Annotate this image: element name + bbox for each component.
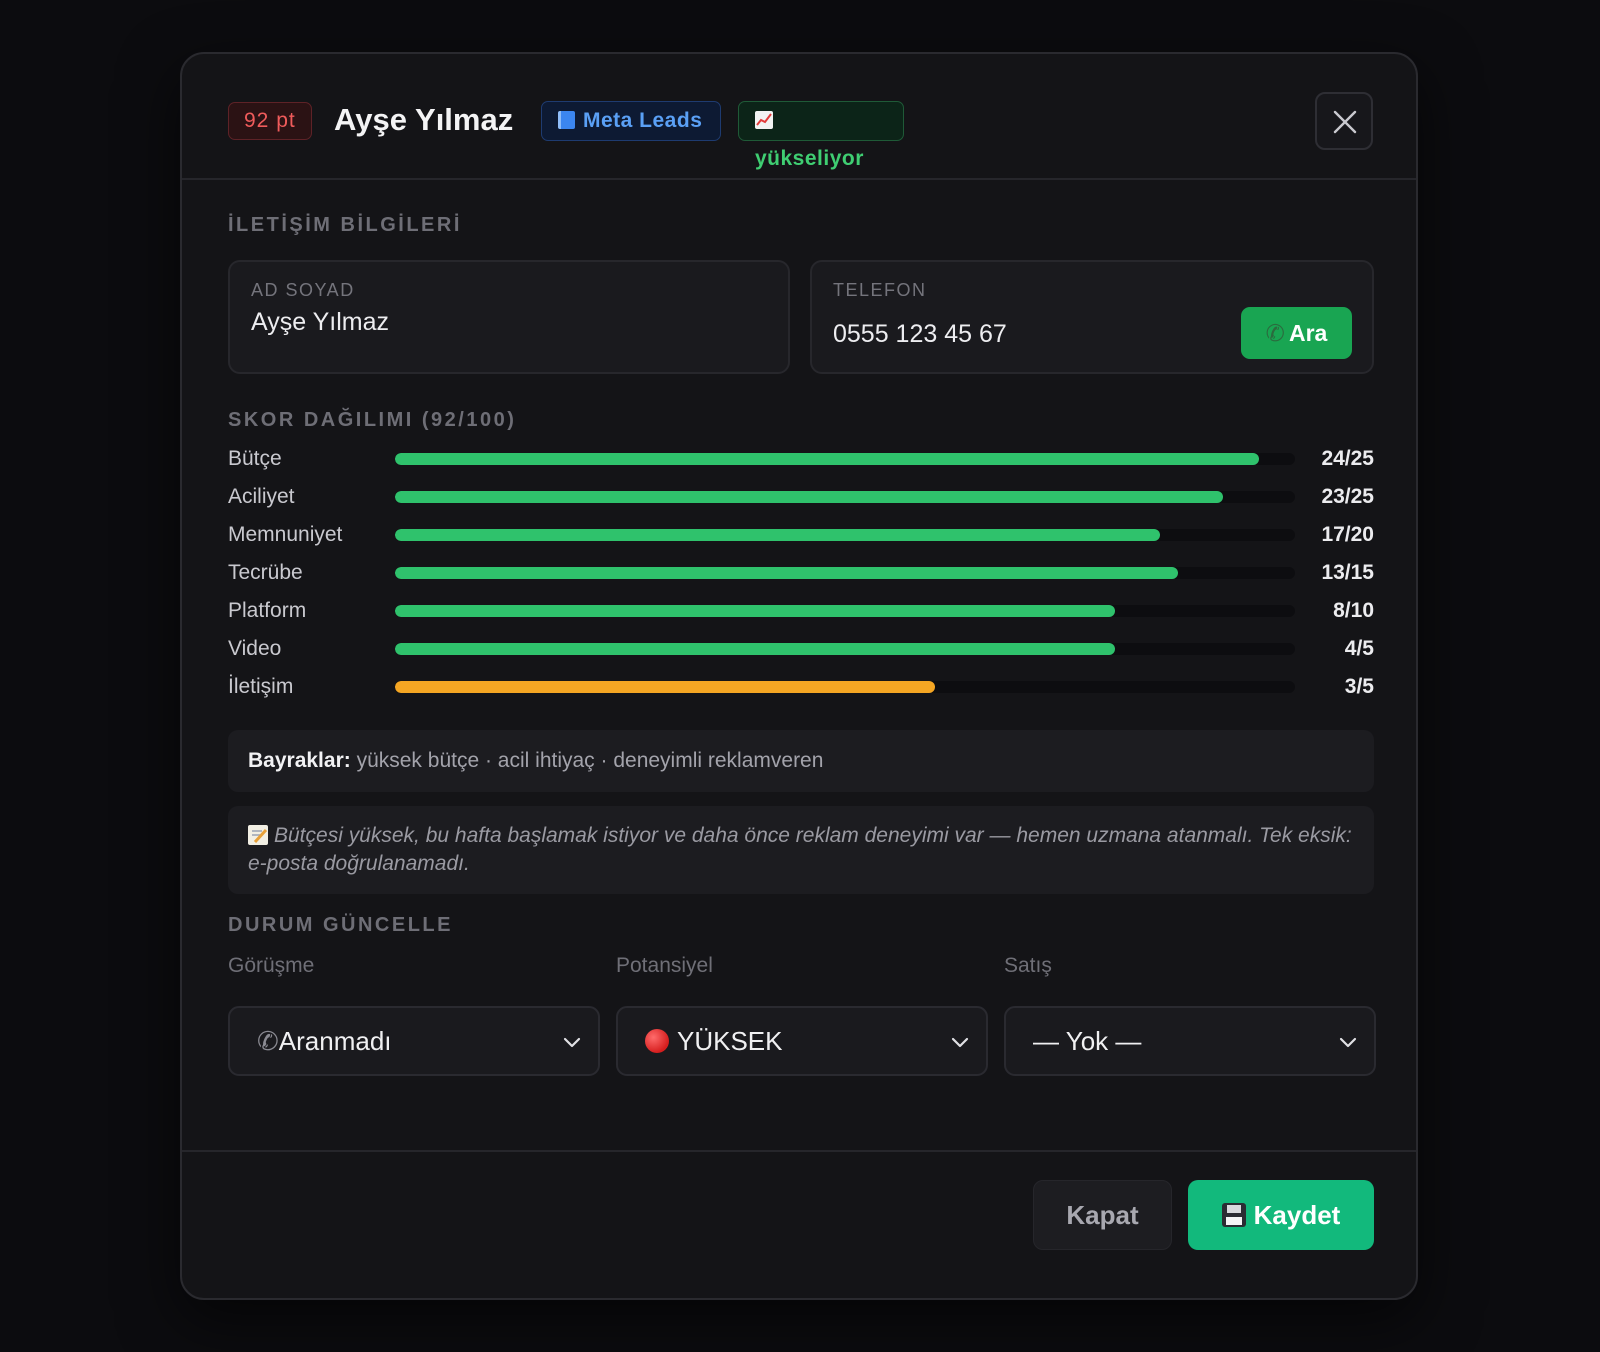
score-bar-fill [395,681,935,693]
chevron-down-icon [563,1037,581,1048]
close-icon [1333,110,1357,134]
contact-section-title: İLETİŞİM BİLGİLERİ [228,214,462,236]
call-status-select[interactable]: ✆Aranmadı [228,1006,600,1076]
score-label: Tecrübe [228,561,303,584]
score-row: Bütçe 24/25 [228,444,1374,474]
status-section-title: DURUM GÜNCELLE [228,914,453,936]
trend-badge: yükseliyor [738,101,904,170]
score-bar-track [395,567,1295,579]
memo-icon [248,825,268,845]
call-button-label: Ara [1288,320,1328,346]
source-badge-label: Meta Leads [583,109,703,132]
phone-icon: ✆ [257,1026,279,1056]
name-field: AD SOYAD Ayşe Yılmaz [228,260,790,374]
score-label: Bütçe [228,447,282,470]
call-status-label: Görüşme [228,954,315,977]
phone-field-value: 0555 123 45 67 [833,320,1007,348]
score-badge: 92 pt [228,102,312,140]
score-bar-fill [395,605,1115,617]
phone-icon: ✆ [1265,320,1285,346]
score-row: Memnuniyet 17/20 [228,520,1374,550]
score-bar-fill [395,643,1115,655]
score-label: Video [228,637,282,660]
score-value: 3/5 [1344,675,1374,698]
flags-label: Bayraklar: [248,749,351,772]
score-bar-track [395,491,1295,503]
book-icon [558,111,575,129]
floppy-disk-icon [1221,1203,1246,1227]
score-bar-fill [395,529,1160,541]
score-value: 8/10 [1333,599,1374,622]
score-row: Platform 8/10 [228,596,1374,626]
chevron-down-icon [951,1037,969,1048]
flags-text: yüksek bütçe · acil ihtiyaç · deneyimli … [356,749,824,772]
modal-header: 92 pt Ayşe Yılmaz Meta Leads yükseliyor [182,54,1416,180]
score-label: Memnuniyet [228,523,343,546]
phone-field-label: TELEFON [833,280,927,300]
phone-field: TELEFON 0555 123 45 67 ✆ Ara [810,260,1374,374]
score-value: 23/25 [1321,485,1374,508]
score-label: Platform [228,599,307,622]
ai-note: Bütçesi yüksek, bu hafta başlamak istiyo… [228,806,1374,894]
score-value: 13/15 [1321,561,1374,584]
score-bar-track [395,681,1295,693]
score-row: Aciliyet 23/25 [228,482,1374,512]
score-bar-fill [395,453,1259,465]
score-row: Tecrübe 13/15 [228,558,1374,588]
score-value: 17/20 [1321,523,1374,546]
trend-badge-label: yükseliyor [755,147,864,170]
sale-select[interactable]: — Yok — [1004,1006,1376,1076]
lead-name-title: Ayşe Yılmaz [334,102,514,137]
close-button[interactable] [1315,92,1373,150]
potential-label: Potansiyel [616,954,713,977]
score-row: İletişim 3/5 [228,672,1374,702]
score-bar-fill [395,567,1178,579]
potential-select[interactable]: YÜKSEK [616,1006,988,1076]
lead-detail-modal: 92 pt Ayşe Yılmaz Meta Leads yükseliyor … [180,52,1418,1300]
score-section-title: SKOR DAĞILIMI (92/100) [228,409,517,431]
score-bar-track [395,453,1295,465]
score-label: İletişim [228,675,294,698]
name-field-label: AD SOYAD [251,280,355,300]
save-button[interactable]: Kaydet [1188,1180,1374,1250]
red-circle-icon [645,1029,669,1053]
flags-box: Bayraklar: yüksek bütçe · acil ihtiyaç ·… [228,730,1374,792]
save-button-label: Kaydet [1253,1200,1341,1230]
call-button[interactable]: ✆ Ara [1241,307,1352,359]
score-value: 4/5 [1344,637,1374,660]
score-bar-fill [395,491,1223,503]
ai-note-text: Bütçesi yüksek, bu hafta başlamak istiyo… [248,824,1352,875]
name-field-value: Ayşe Yılmaz [251,308,390,336]
score-label: Aciliyet [228,485,295,508]
chevron-down-icon [1339,1037,1357,1048]
sale-label: Satış [1004,954,1052,977]
score-row: Video 4/5 [228,634,1374,664]
dismiss-button[interactable]: Kapat [1033,1180,1172,1250]
sale-value: — Yok — [1033,1026,1142,1056]
score-value: 24/25 [1321,447,1374,470]
call-status-value: Aranmadı [278,1026,392,1056]
potential-value: YÜKSEK [677,1026,783,1056]
score-bar-track [395,643,1295,655]
chart-increasing-icon [755,111,773,129]
score-bar-track [395,605,1295,617]
source-badge: Meta Leads [541,101,721,141]
score-bar-track [395,529,1295,541]
